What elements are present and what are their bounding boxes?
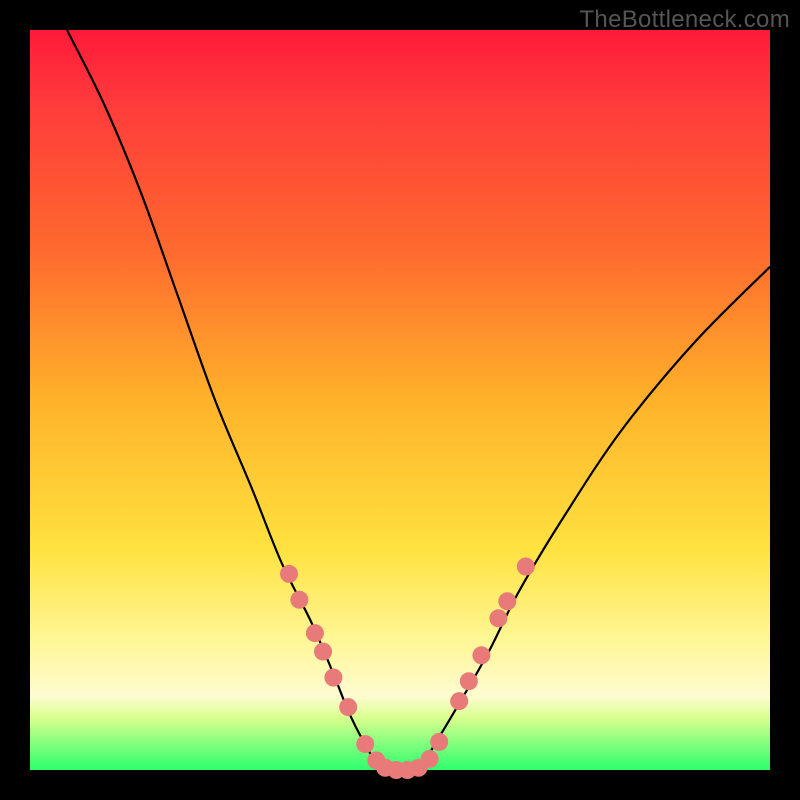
marker-point <box>472 646 490 664</box>
marker-point <box>306 624 324 642</box>
marker-point <box>421 750 439 768</box>
marker-point <box>450 692 468 710</box>
bottleneck-curve <box>67 30 770 770</box>
marker-point <box>460 672 478 690</box>
marker-point <box>489 609 507 627</box>
marker-point <box>356 735 374 753</box>
highlighted-points <box>280 558 535 780</box>
marker-point <box>290 591 308 609</box>
plot-area <box>30 30 770 770</box>
marker-point <box>324 669 342 687</box>
marker-point <box>498 592 516 610</box>
marker-point <box>314 643 332 661</box>
chart-svg <box>30 30 770 770</box>
marker-point <box>280 565 298 583</box>
watermark-text: TheBottleneck.com <box>579 6 790 34</box>
chart-frame: TheBottleneck.com <box>0 0 800 800</box>
marker-point <box>339 698 357 716</box>
marker-point <box>517 558 535 576</box>
marker-point <box>430 733 448 751</box>
